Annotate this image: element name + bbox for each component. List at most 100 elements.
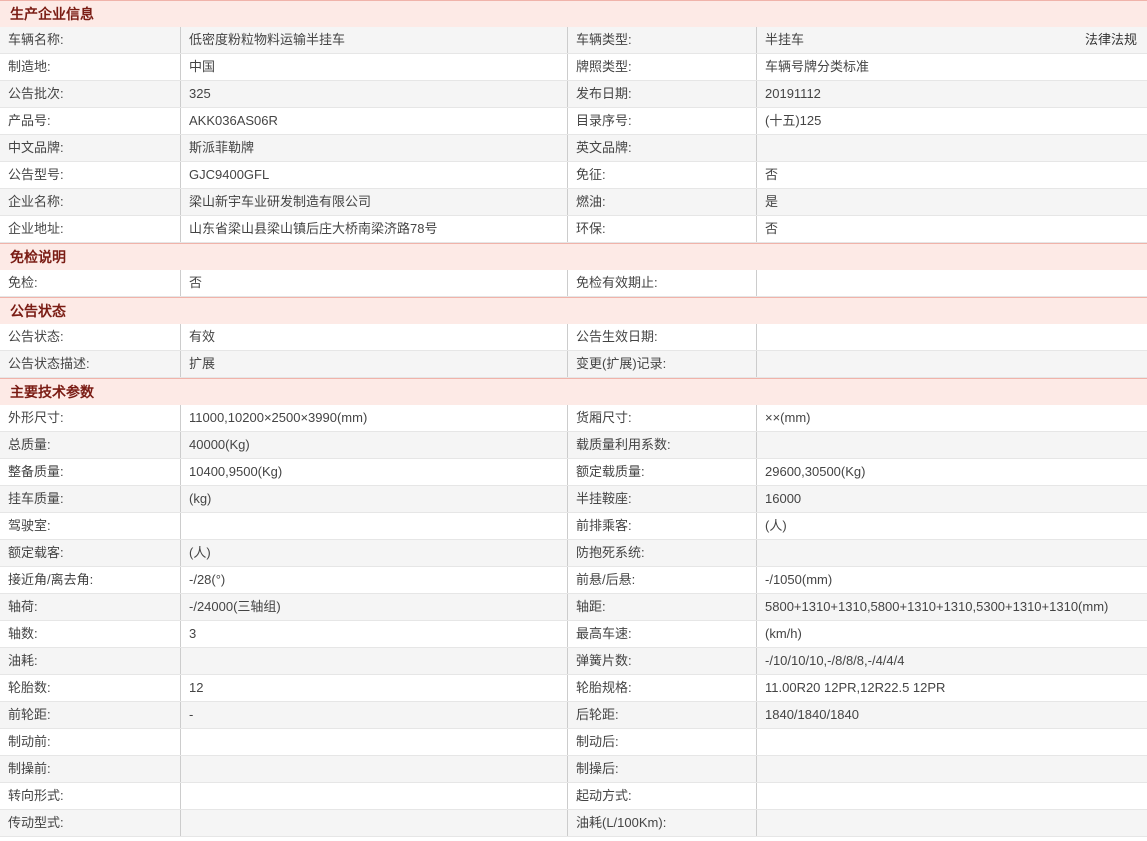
field-label: 车辆类型: bbox=[568, 27, 757, 53]
table-row: 制造地: 中国 牌照类型: 车辆号牌分类标准 bbox=[0, 54, 1147, 81]
field-value: -/24000(三轴组) bbox=[181, 594, 568, 620]
info-section: 公告状态 公告状态: 有效 公告生效日期: 公告状态描述: 扩展 变更(扩展)记… bbox=[0, 297, 1147, 378]
field-value-cell bbox=[757, 324, 1147, 350]
field-value-cell: (人) bbox=[757, 513, 1147, 539]
field-value-cell bbox=[757, 729, 1147, 755]
section-rows: 免检: 否 免检有效期止: bbox=[0, 270, 1147, 297]
field-value-cell: 否 bbox=[757, 162, 1147, 188]
field-value: 1840/1840/1840 bbox=[765, 707, 859, 722]
table-row: 总质量: 40000(Kg) 载质量利用系数: bbox=[0, 432, 1147, 459]
field-value bbox=[181, 648, 568, 674]
section-header: 公告状态 bbox=[0, 297, 1147, 324]
field-value-cell: -/10/10/10,-/8/8/8,-/4/4/4 bbox=[757, 648, 1147, 674]
field-value-cell: 5800+1310+1310,5800+1310+1310,5300+1310+… bbox=[757, 594, 1147, 620]
field-label: 接近角/离去角: bbox=[0, 567, 181, 593]
field-value-cell bbox=[757, 351, 1147, 377]
table-row: 车辆名称: 低密度粉粒物料运输半挂车 车辆类型: 半挂车 法律法规 bbox=[0, 27, 1147, 54]
field-label: 免征: bbox=[568, 162, 757, 188]
field-label: 车辆名称: bbox=[0, 27, 181, 53]
section-rows: 外形尺寸: 11000,10200×2500×3990(mm) 货厢尺寸: ××… bbox=[0, 405, 1147, 837]
field-label: 轮胎规格: bbox=[568, 675, 757, 701]
field-value: 20191112 bbox=[765, 86, 821, 101]
field-value-cell bbox=[757, 270, 1147, 296]
field-value: - bbox=[181, 702, 568, 728]
field-value: -/28(°) bbox=[181, 567, 568, 593]
table-row: 公告状态描述: 扩展 变更(扩展)记录: bbox=[0, 351, 1147, 378]
table-row: 前轮距: - 后轮距: 1840/1840/1840 bbox=[0, 702, 1147, 729]
field-label: 起动方式: bbox=[568, 783, 757, 809]
field-label: 轴荷: bbox=[0, 594, 181, 620]
field-label: 公告型号: bbox=[0, 162, 181, 188]
table-row: 整备质量: 10400,9500(Kg) 额定载质量: 29600,30500(… bbox=[0, 459, 1147, 486]
field-label: 公告批次: bbox=[0, 81, 181, 107]
field-label: 变更(扩展)记录: bbox=[568, 351, 757, 377]
field-label: 弹簧片数: bbox=[568, 648, 757, 674]
field-label: 目录序号: bbox=[568, 108, 757, 134]
table-row: 中文品牌: 斯派菲勒牌 英文品牌: bbox=[0, 135, 1147, 162]
section-title: 主要技术参数 bbox=[10, 384, 94, 400]
field-value: (人) bbox=[181, 540, 568, 566]
field-label: 公告生效日期: bbox=[568, 324, 757, 350]
table-row: 轴荷: -/24000(三轴组) 轴距: 5800+1310+1310,5800… bbox=[0, 594, 1147, 621]
info-section: 生产企业信息 车辆名称: 低密度粉粒物料运输半挂车 车辆类型: 半挂车 法律法规… bbox=[0, 0, 1147, 243]
field-label: 驾驶室: bbox=[0, 513, 181, 539]
field-value-cell bbox=[757, 810, 1147, 836]
field-value-cell bbox=[757, 756, 1147, 782]
field-value: 中国 bbox=[181, 54, 568, 80]
field-label: 免检: bbox=[0, 270, 181, 296]
field-value-cell: 11.00R20 12PR,12R22.5 12PR bbox=[757, 675, 1147, 701]
field-value-cell: 是 bbox=[757, 189, 1147, 215]
field-value: 325 bbox=[181, 81, 568, 107]
field-value-cell: 否 bbox=[757, 216, 1147, 242]
table-row: 公告型号: GJC9400GFL 免征: 否 bbox=[0, 162, 1147, 189]
field-value: ××(mm) bbox=[765, 410, 811, 425]
field-value: (kg) bbox=[181, 486, 568, 512]
field-value-cell: 20191112 bbox=[757, 81, 1147, 107]
field-label: 公告状态描述: bbox=[0, 351, 181, 377]
vehicle-info-table: 生产企业信息 车辆名称: 低密度粉粒物料运输半挂车 车辆类型: 半挂车 法律法规… bbox=[0, 0, 1147, 837]
field-label: 载质量利用系数: bbox=[568, 432, 757, 458]
table-row: 油耗: 弹簧片数: -/10/10/10,-/8/8/8,-/4/4/4 bbox=[0, 648, 1147, 675]
table-row: 转向形式: 起动方式: bbox=[0, 783, 1147, 810]
field-value: 车辆号牌分类标准 bbox=[765, 59, 870, 74]
info-section: 免检说明 免检: 否 免检有效期止: bbox=[0, 243, 1147, 297]
field-label: 油耗(L/100Km): bbox=[568, 810, 757, 836]
field-label: 传动型式: bbox=[0, 810, 181, 836]
field-value-cell: (十五)125 bbox=[757, 108, 1147, 134]
field-label: 额定载质量: bbox=[568, 459, 757, 485]
field-label: 总质量: bbox=[0, 432, 181, 458]
field-label: 制操后: bbox=[568, 756, 757, 782]
table-row: 企业地址: 山东省梁山县梁山镇后庄大桥南梁济路78号 环保: 否 bbox=[0, 216, 1147, 243]
field-value-cell: ××(mm) bbox=[757, 405, 1147, 431]
section-title: 免检说明 bbox=[10, 249, 66, 265]
table-row: 轮胎数: 12 轮胎规格: 11.00R20 12PR,12R22.5 12PR bbox=[0, 675, 1147, 702]
field-value: 16000 bbox=[765, 491, 802, 506]
field-value-cell bbox=[757, 135, 1147, 161]
field-value: 否 bbox=[765, 167, 779, 182]
table-row: 接近角/离去角: -/28(°) 前悬/后悬: -/1050(mm) bbox=[0, 567, 1147, 594]
table-row: 免检: 否 免检有效期止: bbox=[0, 270, 1147, 297]
field-value: -/10/10/10,-/8/8/8,-/4/4/4 bbox=[765, 653, 905, 668]
field-value bbox=[181, 756, 568, 782]
table-row: 公告状态: 有效 公告生效日期: bbox=[0, 324, 1147, 351]
field-value bbox=[181, 729, 568, 755]
field-label: 挂车质量: bbox=[0, 486, 181, 512]
field-label: 轴数: bbox=[0, 621, 181, 647]
field-label: 公告状态: bbox=[0, 324, 181, 350]
field-label: 前排乘客: bbox=[568, 513, 757, 539]
field-value: 是 bbox=[765, 194, 779, 209]
legal-regulations-link[interactable]: 法律法规 bbox=[1085, 27, 1139, 53]
field-label: 转向形式: bbox=[0, 783, 181, 809]
table-row: 公告批次: 325 发布日期: 20191112 bbox=[0, 81, 1147, 108]
field-value: (km/h) bbox=[765, 626, 802, 641]
field-label: 企业地址: bbox=[0, 216, 181, 242]
section-header: 免检说明 bbox=[0, 243, 1147, 270]
table-row: 传动型式: 油耗(L/100Km): bbox=[0, 810, 1147, 837]
field-label: 后轮距: bbox=[568, 702, 757, 728]
section-title: 生产企业信息 bbox=[10, 6, 94, 22]
field-label: 中文品牌: bbox=[0, 135, 181, 161]
field-value bbox=[181, 810, 568, 836]
field-value: (人) bbox=[765, 518, 787, 533]
table-row: 额定载客: (人) 防抱死系统: bbox=[0, 540, 1147, 567]
field-value-cell bbox=[757, 540, 1147, 566]
